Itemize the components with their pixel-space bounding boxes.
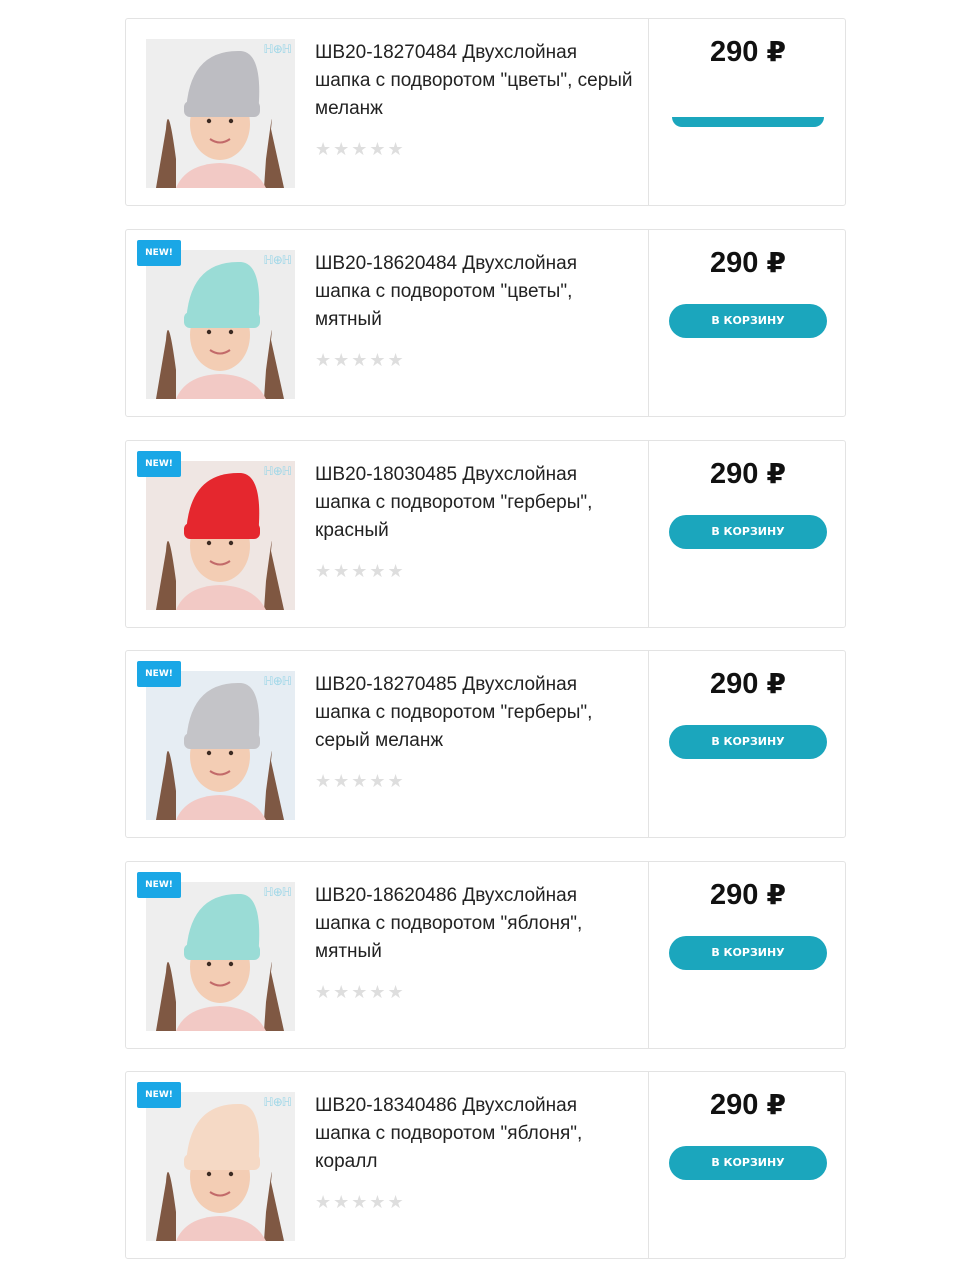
brand-logo-icon: ℍ⊕ℍ	[263, 253, 292, 267]
brand-logo-icon: ℍ⊕ℍ	[263, 464, 292, 478]
product-image[interactable]: ℍ⊕ℍ	[146, 39, 295, 188]
rating-stars[interactable]: ★★★★★	[315, 982, 406, 1003]
rating-stars[interactable]: ★★★★★	[315, 1192, 406, 1213]
child-in-hat-photo	[146, 39, 295, 188]
child-in-hat-photo	[146, 250, 295, 399]
product-price: 290 ₽	[649, 457, 847, 491]
product-price: 290 ₽	[649, 878, 847, 912]
product-card: ℍ⊕ℍ NEW! ШВ20-18620486 Двухслойная шапка…	[125, 861, 846, 1049]
new-badge: NEW!	[137, 240, 181, 266]
brand-logo-icon: ℍ⊕ℍ	[263, 674, 292, 688]
price-value: 290	[710, 247, 759, 279]
product-card: ℍ⊕ℍ NEW! ШВ20-18340486 Двухслойная шапка…	[125, 1071, 846, 1259]
add-to-cart-button[interactable]	[672, 117, 824, 127]
currency-symbol: ₽	[766, 457, 786, 490]
new-badge: NEW!	[137, 1082, 181, 1108]
price-value: 290	[710, 1089, 759, 1121]
price-value: 290	[710, 879, 759, 911]
product-title[interactable]: ШВ20-18270485 Двухслойная шапка с подвор…	[315, 671, 635, 755]
child-in-hat-photo	[146, 882, 295, 1031]
product-title[interactable]: ШВ20-18620484 Двухслойная шапка с подвор…	[315, 250, 635, 334]
product-image[interactable]: ℍ⊕ℍ	[146, 1092, 295, 1241]
currency-symbol: ₽	[766, 878, 786, 911]
new-badge: NEW!	[137, 451, 181, 477]
rating-stars[interactable]: ★★★★★	[315, 561, 406, 582]
rating-stars[interactable]: ★★★★★	[315, 350, 406, 371]
new-badge: NEW!	[137, 661, 181, 687]
product-price: 290 ₽	[649, 35, 847, 69]
product-image[interactable]: ℍ⊕ℍ	[146, 882, 295, 1031]
add-to-cart-button[interactable]: В КОРЗИНУ	[669, 1146, 827, 1180]
add-to-cart-button[interactable]: В КОРЗИНУ	[669, 725, 827, 759]
price-value: 290	[710, 36, 759, 68]
product-price: 290 ₽	[649, 1088, 847, 1122]
product-card: ℍ⊕ℍ NEW! ШВ20-18270485 Двухслойная шапка…	[125, 650, 846, 838]
currency-symbol: ₽	[766, 1088, 786, 1121]
product-title[interactable]: ШВ20-18030485 Двухслойная шапка с подвор…	[315, 461, 635, 545]
product-image[interactable]: ℍ⊕ℍ	[146, 461, 295, 610]
product-price: 290 ₽	[649, 667, 847, 701]
new-badge: NEW!	[137, 872, 181, 898]
add-to-cart-button[interactable]: В КОРЗИНУ	[669, 936, 827, 970]
child-in-hat-photo	[146, 461, 295, 610]
brand-logo-icon: ℍ⊕ℍ	[263, 42, 292, 56]
currency-symbol: ₽	[766, 246, 786, 279]
rating-stars[interactable]: ★★★★★	[315, 771, 406, 792]
price-value: 290	[710, 668, 759, 700]
price-value: 290	[710, 458, 759, 490]
add-to-cart-button[interactable]: В КОРЗИНУ	[669, 304, 827, 338]
product-list: ℍ⊕ℍ ШВ20-18270484 Двухслойная шапка с по…	[0, 0, 973, 1280]
currency-symbol: ₽	[766, 35, 786, 68]
product-card: ℍ⊕ℍ ШВ20-18270484 Двухслойная шапка с по…	[125, 18, 846, 206]
product-title[interactable]: ШВ20-18340486 Двухслойная шапка с подвор…	[315, 1092, 635, 1176]
brand-logo-icon: ℍ⊕ℍ	[263, 885, 292, 899]
product-image[interactable]: ℍ⊕ℍ	[146, 250, 295, 399]
product-card: ℍ⊕ℍ NEW! ШВ20-18620484 Двухслойная шапка…	[125, 229, 846, 417]
product-title[interactable]: ШВ20-18270484 Двухслойная шапка с подвор…	[315, 39, 635, 123]
child-in-hat-photo	[146, 671, 295, 820]
product-image[interactable]: ℍ⊕ℍ	[146, 671, 295, 820]
brand-logo-icon: ℍ⊕ℍ	[263, 1095, 292, 1109]
product-title[interactable]: ШВ20-18620486 Двухслойная шапка с подвор…	[315, 882, 635, 966]
child-in-hat-photo	[146, 1092, 295, 1241]
product-price: 290 ₽	[649, 246, 847, 280]
product-card: ℍ⊕ℍ NEW! ШВ20-18030485 Двухслойная шапка…	[125, 440, 846, 628]
currency-symbol: ₽	[766, 667, 786, 700]
add-to-cart-button[interactable]: В КОРЗИНУ	[669, 515, 827, 549]
rating-stars[interactable]: ★★★★★	[315, 139, 406, 160]
